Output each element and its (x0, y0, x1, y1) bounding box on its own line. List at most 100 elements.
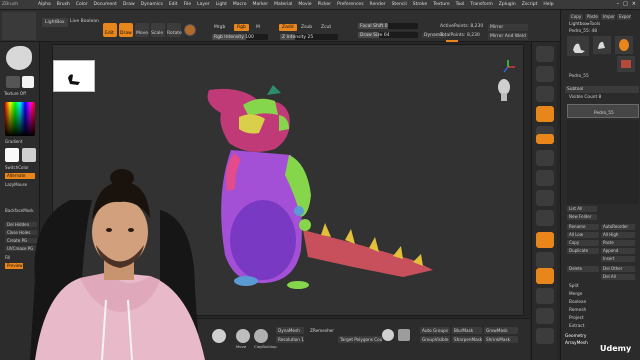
menu-zplugin[interactable]: Zplugin (499, 2, 516, 7)
menu-edit[interactable]: Edit (169, 2, 178, 7)
menu-file[interactable]: File (184, 2, 192, 7)
menu-picker[interactable]: Picker (318, 2, 331, 7)
brush-icon[interactable] (6, 46, 32, 70)
menu-brush[interactable]: Brush (57, 2, 70, 7)
draw-mode-button[interactable]: Draw (119, 23, 133, 37)
menu-layer[interactable]: Layer (197, 2, 210, 7)
material-sphere-icon[interactable] (184, 24, 196, 36)
projection-master-button[interactable] (2, 12, 36, 40)
zoom3d-button[interactable] (536, 252, 554, 268)
boolean-section[interactable]: Boolean (569, 300, 586, 305)
append-button[interactable]: Append (601, 248, 635, 254)
stroke-icon[interactable] (6, 76, 20, 88)
move-view-button[interactable] (536, 232, 554, 248)
all-high-button[interactable]: All High (601, 232, 635, 238)
close-button[interactable]: × (632, 1, 636, 7)
scroll-button[interactable] (536, 86, 554, 102)
sharpen-mask-button[interactable]: SharpenMask (452, 336, 482, 343)
subtool-header[interactable]: Subtool (565, 86, 639, 93)
menu-stencil[interactable]: Stencil (392, 2, 407, 7)
menu-material[interactable]: Material (274, 2, 292, 7)
xyz-button[interactable] (536, 190, 554, 206)
blur-mask-button[interactable]: BlurMask (452, 327, 482, 334)
autoreorder-button[interactable]: AutoReorder (601, 224, 635, 230)
standard-brush-icon[interactable] (236, 329, 250, 343)
geometry-section[interactable]: Geometry (565, 334, 586, 339)
del-all-button[interactable]: Del All (601, 274, 635, 280)
duplicate-button[interactable]: Duplicate (567, 248, 599, 254)
project-section[interactable]: Project (569, 316, 584, 321)
zadd-toggle[interactable]: Zadd (279, 24, 297, 31)
tool-thumb-simplebrush[interactable] (593, 36, 611, 54)
alpha-icon[interactable] (22, 76, 34, 88)
menu-tool[interactable]: Tool (456, 2, 465, 7)
polyf-button[interactable] (536, 308, 554, 324)
rgb-toggle[interactable]: Rgb (234, 24, 249, 31)
all-low-button[interactable]: All Low (567, 232, 599, 238)
actual-button[interactable] (536, 106, 554, 122)
menu-draw[interactable]: Draw (123, 2, 135, 7)
paste-tool-button[interactable]: Paste (585, 14, 599, 20)
menu-movie[interactable]: Movie (298, 2, 311, 7)
scale-mode-button[interactable]: Scale (151, 23, 165, 37)
shrink-mask-button[interactable]: ShrinkMask (484, 336, 518, 343)
menu-color[interactable]: Color (76, 2, 88, 7)
auto-groups-button[interactable]: Auto Groups (420, 327, 450, 334)
mrgb-toggle[interactable]: Mrgb (214, 25, 225, 30)
maximize-button[interactable]: □ (623, 1, 628, 7)
menu-transform[interactable]: Transform (470, 2, 492, 7)
local-button[interactable] (536, 170, 554, 186)
grow-mask-button[interactable]: GrowMask (484, 327, 518, 334)
paste-subtool-button[interactable]: Paste (601, 240, 635, 246)
claybuildup-brush-icon[interactable] (254, 329, 268, 343)
split-section[interactable]: Split (569, 284, 579, 289)
minimize-button[interactable]: – (617, 1, 620, 7)
menu-preferences[interactable]: Preferences (337, 2, 363, 7)
bpr-button[interactable] (536, 46, 554, 62)
spix-button[interactable] (536, 66, 554, 82)
menu-render[interactable]: Render (370, 2, 386, 7)
menu-stroke[interactable]: Stroke (413, 2, 427, 7)
merge-section[interactable]: Merge (569, 292, 582, 297)
floor-button[interactable] (536, 150, 554, 166)
mask-brush-icon[interactable] (398, 329, 410, 341)
rotate-view-button[interactable] (536, 268, 554, 284)
menu-alpha[interactable]: Alpha (38, 2, 51, 7)
zsub-toggle[interactable]: Zsub (301, 25, 312, 30)
rename-button[interactable]: Rename (567, 224, 599, 230)
arraymesh-section[interactable]: ArrayMesh (565, 341, 588, 346)
polish-brush-icon[interactable] (382, 329, 394, 341)
copy-subtool-button[interactable]: Copy (567, 240, 599, 246)
transp-button[interactable] (536, 328, 554, 344)
m-toggle[interactable]: M (256, 25, 260, 30)
zcut-toggle[interactable]: Zcut (321, 25, 331, 30)
edit-mode-button[interactable]: Edit (103, 23, 117, 37)
import-tool-button[interactable]: Import (601, 14, 615, 20)
insert-button[interactable]: Insert (601, 256, 635, 262)
rotate-mode-button[interactable]: Rotate (167, 23, 182, 37)
delete-button[interactable]: Delete (567, 266, 599, 272)
menu-dynamics[interactable]: Dynamics (141, 2, 163, 7)
frame-button[interactable] (536, 210, 554, 226)
live-boolean-button[interactable]: Live Boolean (70, 19, 99, 24)
target-polygons-slider[interactable]: Target Polygons Count 5 (338, 336, 382, 343)
menu-document[interactable]: Document (94, 2, 117, 7)
mirror-button[interactable]: Mirror (488, 24, 528, 31)
list-all-button[interactable]: List All (567, 206, 597, 212)
menu-marker[interactable]: Marker (253, 2, 269, 7)
line-fill-button[interactable] (536, 288, 554, 304)
menu-texture[interactable]: Texture (433, 2, 449, 7)
persp-button[interactable] (536, 134, 554, 144)
lightbox-button[interactable]: LightBox (42, 18, 68, 27)
tool-thumb-pedro[interactable] (567, 36, 589, 56)
extract-section[interactable]: Extract (569, 324, 584, 329)
new-folder-button[interactable]: New Folder (567, 214, 597, 220)
menu-macro[interactable]: Macro (233, 2, 247, 7)
mirror-and-weld-button[interactable]: Mirror And Weld (488, 33, 528, 40)
menu-zscript[interactable]: Zscript (522, 2, 538, 7)
menu-help[interactable]: Help (543, 2, 553, 7)
move-mode-button[interactable]: Move (135, 23, 149, 37)
zremesher-button[interactable]: ZRemesher (308, 327, 342, 334)
copy-tool-button[interactable]: Copy (569, 14, 583, 20)
remesh-section[interactable]: Remesh (569, 308, 586, 313)
